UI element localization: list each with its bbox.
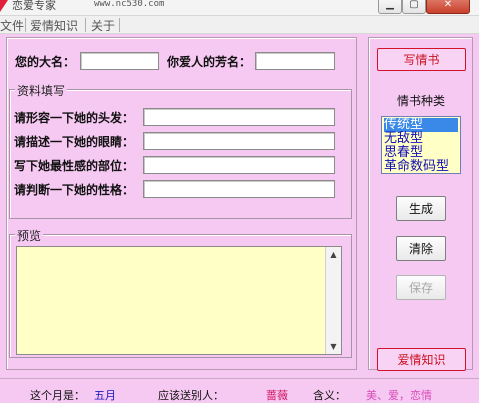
letter-type-option[interactable]: 思春型 xyxy=(384,146,423,160)
menu-separator xyxy=(25,18,26,32)
lover-name-label: 你爱人的芳名： xyxy=(167,55,252,69)
scroll-down-arrow-icon[interactable]: ▼ xyxy=(326,339,341,354)
main-window: 恋爱专家 www.nc530.com ▁ ▢ ✕ 文件 爱情知识 关于 您的大名… xyxy=(0,0,479,403)
menu-file[interactable]: 文件 xyxy=(0,17,24,34)
your-name-label: 您的大名： xyxy=(15,55,76,69)
right-panel: 写情书 情书种类 传统型 无敌型 思春型 革命数码型 生成 清除 保存 爱情知识 xyxy=(368,37,473,371)
write-letter-button[interactable]: 写情书 xyxy=(377,48,466,71)
close-button[interactable]: ✕ xyxy=(426,0,470,14)
minimize-button[interactable]: ▁ xyxy=(378,0,402,14)
gift-value: 蔷薇 xyxy=(266,389,288,402)
maximize-icon: ▢ xyxy=(409,0,419,10)
maximize-button[interactable]: ▢ xyxy=(402,0,426,14)
letter-type-option[interactable]: 革命数码型 xyxy=(384,160,449,174)
save-button[interactable]: 保存 xyxy=(396,275,446,300)
status-divider xyxy=(0,378,479,379)
letter-type-listbox[interactable]: 传统型 无敌型 思春型 革命数码型 xyxy=(381,116,461,174)
hair-label: 请形容一下她的头发： xyxy=(14,111,135,125)
preview-scrollbar[interactable]: ▲ ▼ xyxy=(325,247,341,354)
title-bar[interactable]: 恋爱专家 www.nc530.com ▁ ▢ ✕ xyxy=(0,0,479,16)
personality-input[interactable] xyxy=(143,180,335,198)
info-group-title: 资料填写 xyxy=(15,82,68,99)
close-icon: ✕ xyxy=(443,0,453,10)
scroll-up-arrow-icon[interactable]: ▲ xyxy=(326,247,341,262)
preview-group: 预览 ▲ ▼ xyxy=(9,227,352,358)
hair-input[interactable] xyxy=(143,108,335,126)
eyes-label: 请描述一下她的眼睛： xyxy=(14,135,135,149)
menu-separator xyxy=(85,18,86,32)
sexy-part-label: 写下她最性感的部位： xyxy=(14,159,135,173)
clear-button[interactable]: 清除 xyxy=(396,236,446,261)
love-knowledge-button[interactable]: 爱情知识 xyxy=(377,348,466,371)
app-icon xyxy=(0,0,8,12)
letter-type-option[interactable]: 无敌型 xyxy=(384,132,423,146)
letter-type-option[interactable]: 传统型 xyxy=(384,118,458,132)
lover-name-input[interactable] xyxy=(255,52,335,70)
window-title: 恋爱专家 xyxy=(12,0,56,12)
month-label: 这个月是： xyxy=(30,389,85,402)
sexy-part-input[interactable] xyxy=(143,156,335,174)
window-url: www.nc530.com xyxy=(94,0,165,9)
menu-bar: 文件 爱情知识 关于 xyxy=(0,16,479,34)
eyes-input[interactable] xyxy=(143,132,335,150)
generate-button[interactable]: 生成 xyxy=(396,196,446,221)
minimize-icon: ▁ xyxy=(386,0,394,10)
gift-label: 应该送别人： xyxy=(158,389,224,402)
preview-textarea[interactable]: ▲ ▼ xyxy=(16,246,342,355)
info-group: 资料填写 请形容一下她的头发： 请描述一下她的眼睛： 写下她最性感的部位： 请判… xyxy=(9,82,352,219)
letter-type-label: 情书种类 xyxy=(397,94,446,108)
meaning-label: 含义： xyxy=(313,389,346,402)
your-name-input[interactable] xyxy=(80,52,159,70)
preview-group-title: 预览 xyxy=(15,227,44,244)
meaning-value: 美、爱，恋情 xyxy=(366,389,432,402)
month-value: 五月 xyxy=(94,389,116,402)
main-panel: 您的大名： 你爱人的芳名： 资料填写 请形容一下她的头发： 请描述一下她的眼睛：… xyxy=(6,37,357,370)
menu-about[interactable]: 关于 xyxy=(91,17,115,34)
menu-separator xyxy=(119,18,120,32)
personality-label: 请判断一下她的性格： xyxy=(14,183,135,197)
menu-love-knowledge[interactable]: 爱情知识 xyxy=(30,17,78,34)
